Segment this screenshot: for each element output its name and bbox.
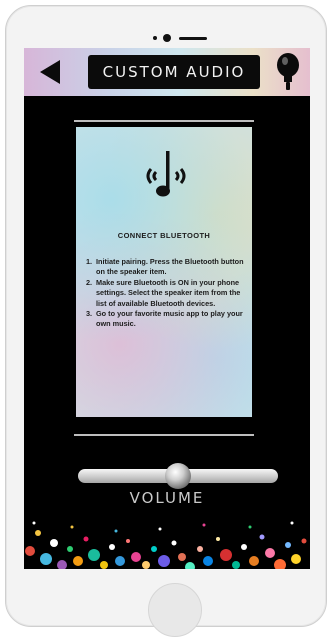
bluetooth-instructions-card: CONNECT BLUETOOTH 1. Initiate pairing. P… [76,127,252,417]
earpiece-speaker [179,37,207,40]
page-title: CUSTOM AUDIO [88,55,260,89]
instruction-step: 3. Go to your favorite music app to play… [86,309,243,329]
microphone-icon [277,53,299,90]
confetti-decoration [25,521,307,569]
instruction-step: 2. Make sure Bluetooth is ON in your pho… [86,277,241,308]
panel-top-divider [74,120,254,122]
home-button[interactable] [148,583,202,637]
header-bar: CUSTOM AUDIO [24,48,310,96]
microphone-button[interactable] [272,52,304,92]
bluetooth-speaker-icon [146,151,186,197]
back-button[interactable] [36,58,64,86]
sensor-dot [153,36,157,40]
instruction-step: 1. Initiate pairing. Press the Bluetooth… [86,257,244,277]
card-title: CONNECT BLUETOOTH [117,231,211,240]
panel-bottom-divider [74,434,254,436]
front-camera [163,34,171,42]
instruction-list: 1. Initiate pairing. Press the Bluetooth… [86,257,248,330]
volume-slider-knob[interactable] [165,463,191,489]
back-arrow-icon [40,60,60,84]
phone-top-sensors [153,34,213,42]
app-screen: CUSTOM AUDIO CONNECT BLUETOOTH 1. Initia… [24,48,310,569]
